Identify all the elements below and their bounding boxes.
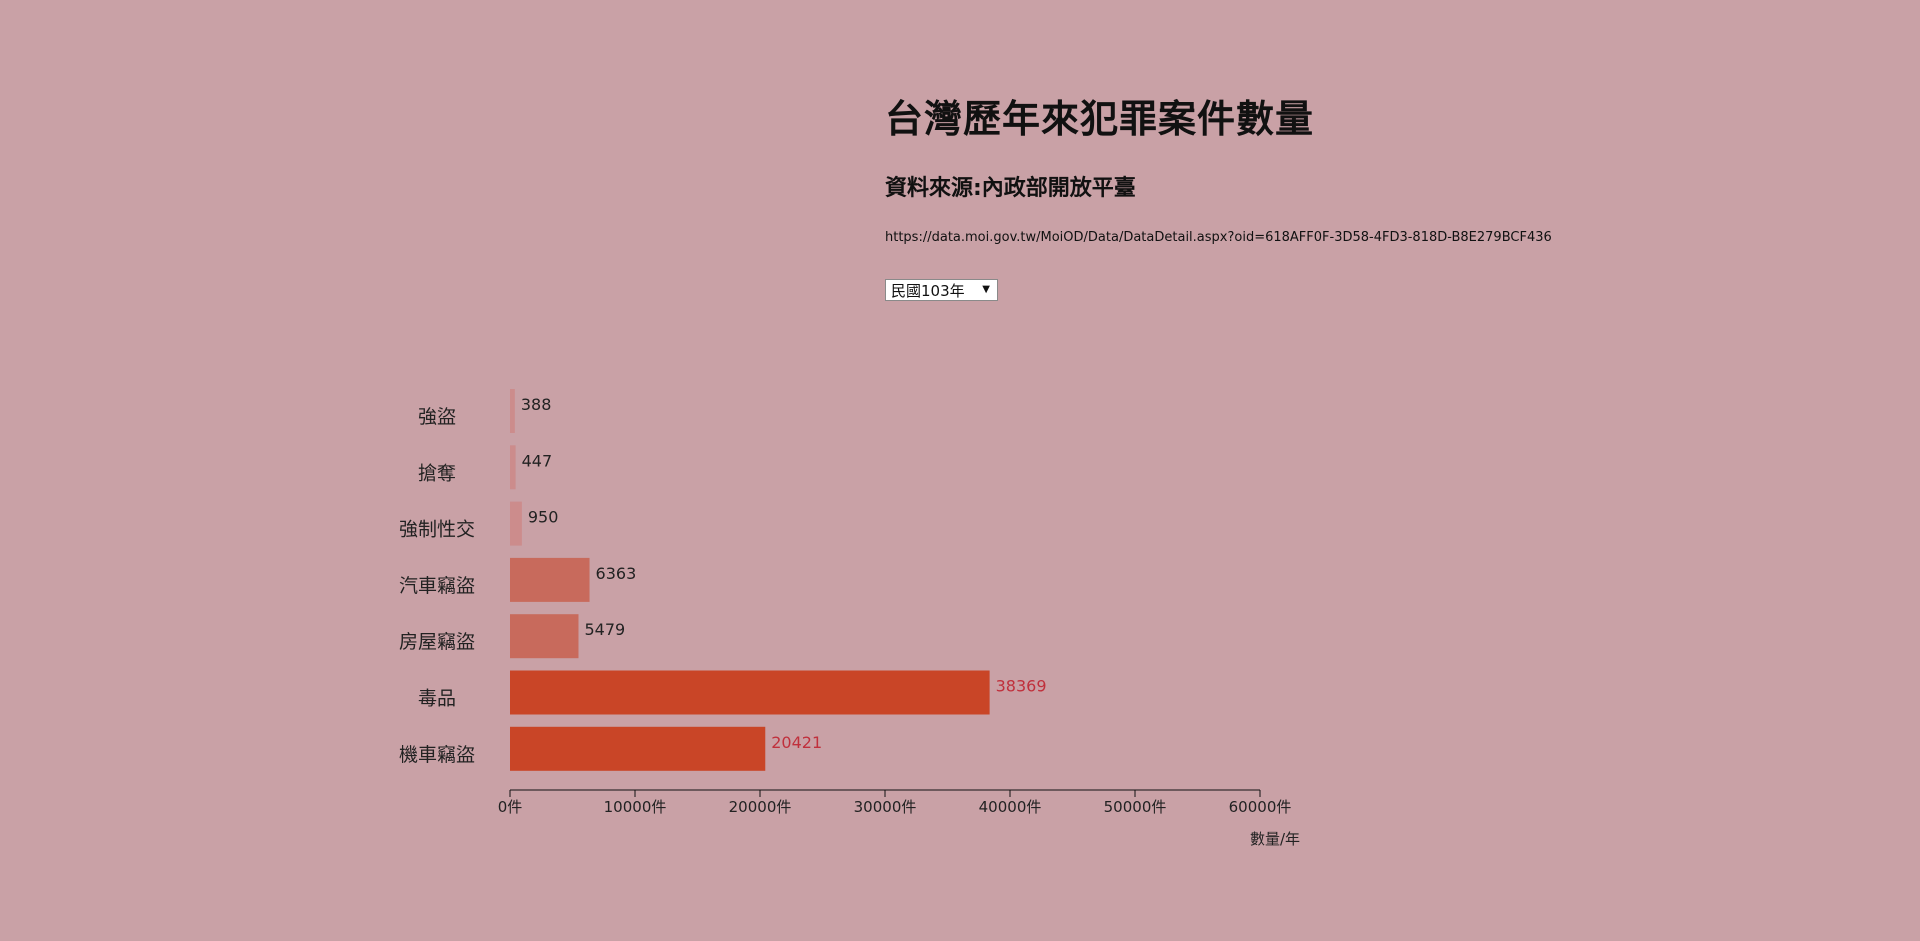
x-tick-label: 40000件 — [979, 798, 1042, 816]
bar-1 — [510, 445, 516, 490]
bar-5 — [510, 670, 990, 715]
category-label: 強盜 — [418, 406, 456, 428]
x-tick-label: 0件 — [498, 798, 523, 816]
x-axis-label: 數量/年 — [1250, 830, 1300, 848]
data-label: 20421 — [771, 733, 822, 752]
x-tick-label: 20000件 — [729, 798, 792, 816]
bar-0 — [510, 389, 515, 433]
bar-2 — [510, 501, 522, 546]
data-label: 6363 — [596, 564, 637, 583]
page: 台灣歷年來犯罪案件數量 資料來源:內政部開放平臺 https://data.mo… — [0, 0, 1920, 941]
data-label: 447 — [522, 451, 553, 470]
crime-bar-chart: 強盜 388 搶奪 447 強制性交 950 汽車竊盜 6363 房屋竊盜 5479 毒品 38369… — [399, 389, 1300, 848]
x-tick-label: 30000件 — [854, 798, 917, 816]
category-label: 機車竊盜 — [399, 744, 475, 766]
category-label: 汽車竊盜 — [399, 575, 475, 597]
category-label: 毒品 — [418, 688, 456, 710]
bar-4 — [510, 614, 579, 659]
x-tick-label: 60000件 — [1229, 798, 1292, 816]
bar-6 — [510, 726, 766, 771]
data-label: 950 — [528, 508, 559, 527]
bar-3 — [510, 557, 590, 602]
x-tick-label: 10000件 — [604, 798, 667, 816]
data-label: 5479 — [584, 620, 625, 639]
x-tick-label: 50000件 — [1104, 798, 1167, 816]
data-label: 38369 — [996, 677, 1047, 696]
category-label: 搶奪 — [418, 462, 456, 484]
category-label: 房屋竊盜 — [399, 631, 475, 653]
category-label: 強制性交 — [399, 519, 475, 541]
data-label: 388 — [521, 395, 552, 414]
